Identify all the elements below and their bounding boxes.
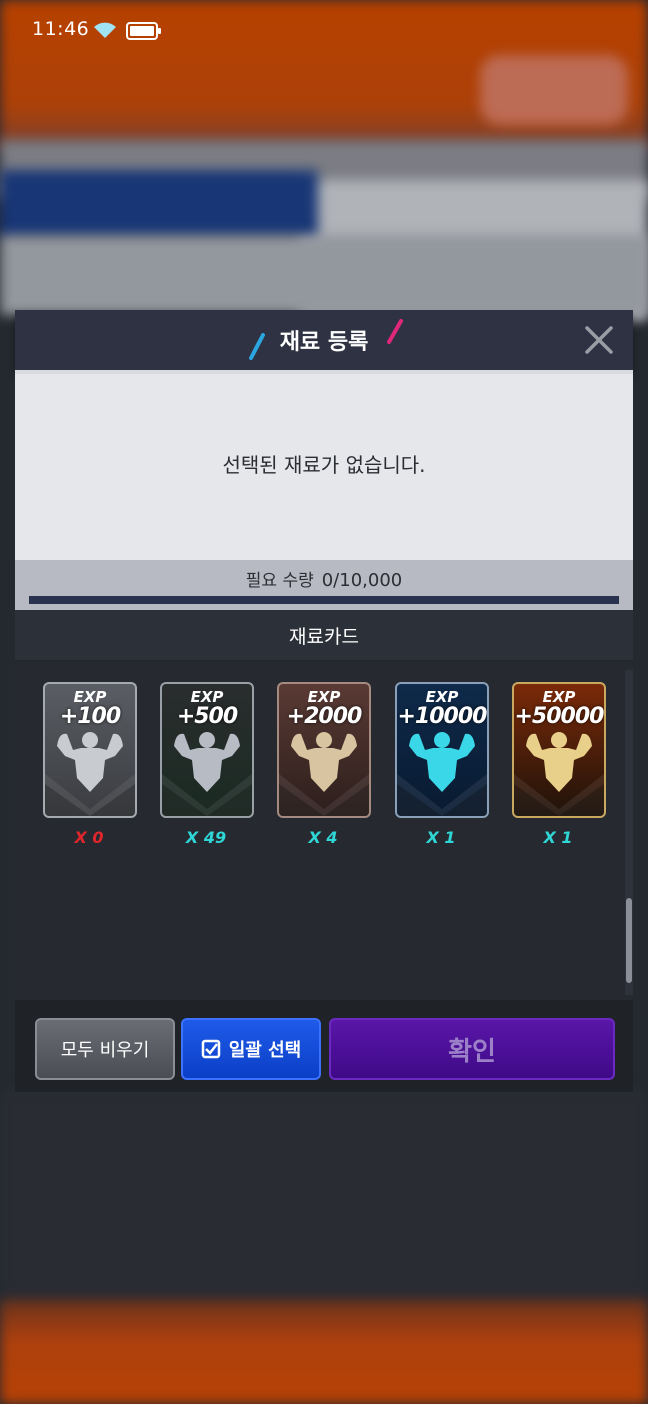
confirm-button[interactable]: 확인 bbox=[329, 1018, 615, 1080]
material-register-dialog: 재료 등록 선택된 재료가 없습니다. 필요 수량 0/10,000 재료카드 E… bbox=[15, 310, 633, 1092]
checkbox-icon bbox=[201, 1039, 220, 1059]
cards-section-header: 재료카드 bbox=[15, 610, 633, 660]
material-card-5[interactable]: EXP +50000 bbox=[512, 682, 606, 818]
material-card-3[interactable]: EXP +2000 bbox=[277, 682, 371, 818]
material-card-2[interactable]: EXP +500 bbox=[160, 682, 254, 818]
required-progress-bar bbox=[29, 596, 619, 604]
clear-all-button[interactable]: 모두 비우기 bbox=[35, 1018, 175, 1080]
empty-message: 선택된 재료가 없습니다. bbox=[222, 453, 426, 477]
cards-scrollbar[interactable] bbox=[625, 670, 633, 995]
status-time: 11:46 bbox=[32, 18, 90, 40]
card-exp-amount: +50000 bbox=[514, 704, 605, 729]
dialog-footer: 모두 비우기 일괄 선택 확인 bbox=[15, 1000, 633, 1092]
required-label: 필요 수량 bbox=[245, 571, 314, 591]
card-count: X 1 bbox=[543, 828, 573, 847]
close-icon bbox=[585, 326, 613, 354]
wifi-icon bbox=[92, 20, 118, 44]
card-exp-amount: +2000 bbox=[286, 704, 363, 729]
status-bar: 11:46 bbox=[0, 0, 648, 60]
bulk-select-label: 일괄 선택 bbox=[228, 1040, 302, 1061]
battery-icon bbox=[126, 22, 162, 44]
required-quantity-bar: 필요 수량 0/10,000 bbox=[15, 560, 633, 610]
card-count: X 49 bbox=[185, 828, 227, 847]
card-count: X 1 bbox=[426, 828, 456, 847]
card-exp-amount: +100 bbox=[59, 704, 121, 729]
bulk-select-button[interactable]: 일괄 선택 bbox=[181, 1018, 321, 1080]
slash-decoration-right bbox=[387, 319, 403, 344]
card-exp-amount: +10000 bbox=[397, 704, 488, 729]
scrollbar-thumb[interactable] bbox=[626, 898, 632, 983]
clear-all-label: 모두 비우기 bbox=[60, 1040, 150, 1061]
card-count: X 4 bbox=[308, 828, 338, 847]
selected-materials-area: 선택된 재료가 없습니다. bbox=[15, 370, 633, 564]
card-exp-amount: +500 bbox=[176, 704, 238, 729]
confirm-label: 확인 bbox=[448, 1036, 496, 1067]
required-value: 0/10,000 bbox=[321, 570, 403, 591]
dialog-title: 재료 등록 bbox=[279, 330, 369, 355]
material-card-4[interactable]: EXP +10000 bbox=[395, 682, 489, 818]
material-card-1[interactable]: EXP +100 bbox=[43, 682, 137, 818]
close-button[interactable] bbox=[583, 324, 615, 356]
cards-section-title: 재료카드 bbox=[289, 626, 359, 648]
material-cards-list: EXP +100 X 0 EXP +500 X 49 EXP +2000 X 4 EXP +1000… bbox=[15, 662, 633, 1000]
card-count: X 0 bbox=[74, 828, 104, 847]
dialog-header: 재료 등록 bbox=[15, 310, 633, 370]
